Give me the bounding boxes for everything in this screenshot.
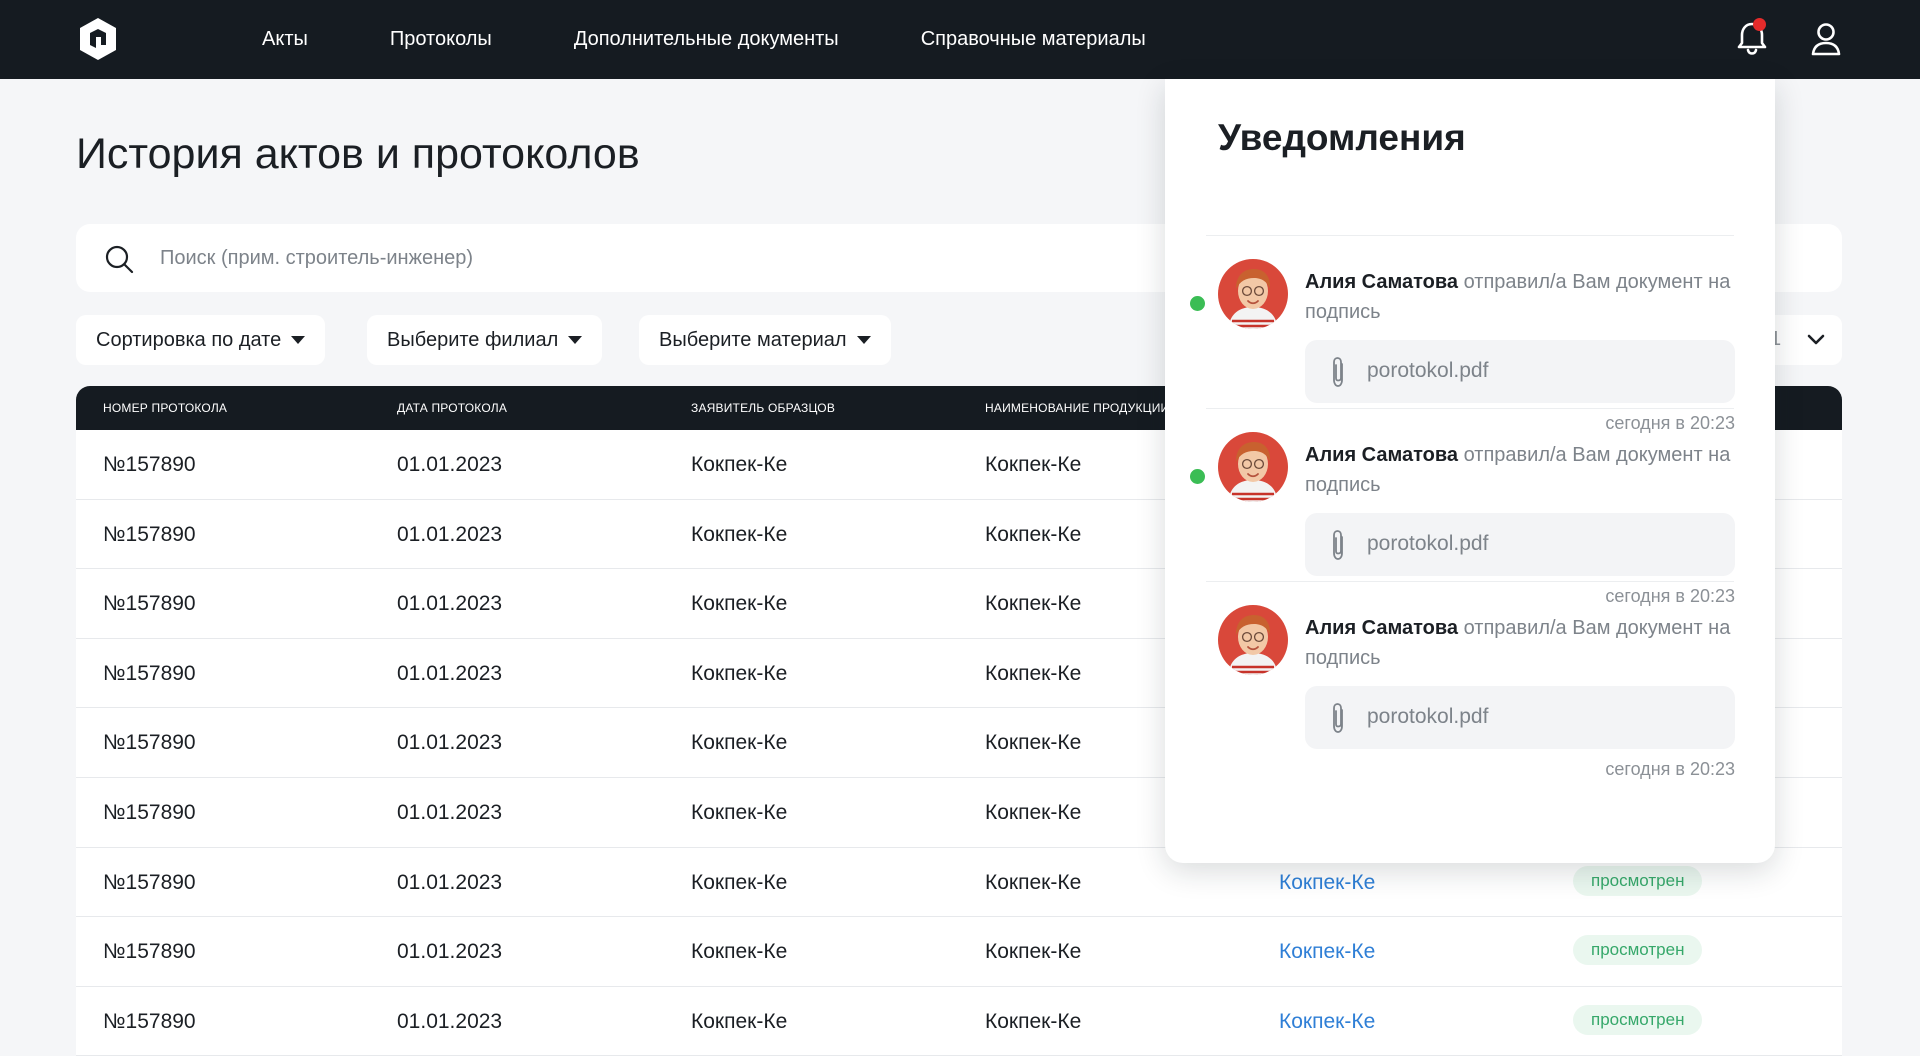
file-name: porotokol.pdf [1367,532,1489,555]
page-title: История актов и протоколов [76,130,640,178]
cell-number: №157890 [103,522,196,546]
file-name: porotokol.pdf [1367,705,1489,728]
cell-date: 01.01.2023 [397,870,503,894]
file-attachment[interactable]: porotokol.pdf [1305,686,1735,749]
cell-link[interactable]: Кокпек-Ке [1279,1010,1375,1034]
nav-item-acts[interactable]: Акты [262,28,308,51]
cell-applicant: Кокпек-Ке [691,661,788,685]
cell-product: Кокпек-Ке [985,592,1082,616]
sort-dropdown-label: Сортировка по дате [96,328,282,351]
material-dropdown-label: Выберите материал [659,328,847,351]
cell-number: №157890 [103,731,196,755]
main-nav: Акты Протоколы Дополнительные документы … [262,0,1228,79]
column-header-applicant[interactable]: ЗАЯВИТЕЛЬ ОБРАЗЦОВ [691,401,835,415]
notification-item[interactable]: Алия Саматова отправил/а Вам документ на… [1165,605,1775,817]
cell-applicant: Кокпек-Ке [691,940,788,964]
cell-applicant: Кокпек-Ке [691,870,788,894]
notification-author[interactable]: Алия Саматова [1305,444,1458,466]
cell-date: 01.01.2023 [397,731,503,755]
top-navbar: Акты Протоколы Дополнительные документы … [0,0,1920,79]
branch-dropdown-label: Выберите филиал [387,328,559,351]
cell-date: 01.01.2023 [397,522,503,546]
unread-indicator [1190,469,1205,484]
cell-number: №157890 [103,940,196,964]
notification-divider [1206,235,1734,236]
cell-date: 01.01.2023 [397,800,503,824]
cell-link[interactable]: Кокпек-Ке [1279,871,1375,895]
caret-down-icon [568,336,583,344]
cell-product: Кокпек-Ке [985,1009,1082,1033]
file-attachment[interactable]: porotokol.pdf [1305,513,1735,576]
sort-by-date-dropdown[interactable]: Сортировка по дате [76,315,326,365]
cell-date: 01.01.2023 [397,1009,503,1033]
avatar[interactable] [1218,605,1288,675]
cell-number: №157890 [103,1009,196,1033]
cell-number: №157890 [103,592,196,616]
notifications-title: Уведомления [1218,117,1466,158]
file-attachment[interactable]: porotokol.pdf [1305,340,1735,403]
cell-product: Кокпек-Ке [985,661,1082,685]
avatar[interactable] [1218,259,1288,329]
table-row[interactable]: №157890 01.01.2023 Кокпек-Ке Кокпек-Ке Кокпе… [76,986,1842,1056]
unread-indicator [1190,296,1205,311]
logo-icon[interactable] [74,15,122,63]
cell-date: 01.01.2023 [397,453,503,476]
notification-divider [1206,408,1734,409]
cell-product: Кокпек-Ке [985,731,1082,755]
notification-message: Алия Саматова отправил/а Вам документ на… [1305,440,1735,500]
cell-product: Кокпек-Ке [985,522,1082,546]
nav-item-additional-docs[interactable]: Дополнительные документы [574,28,839,51]
cell-product: Кокпек-Ке [985,940,1082,964]
notification-time: сегодня в 20:23 [1605,759,1735,779]
notification-time: сегодня в 20:23 [1605,413,1735,433]
paperclip-icon [1327,702,1349,734]
caret-down-icon [856,336,871,344]
nav-item-reference-materials[interactable]: Справочные материалы [921,28,1146,51]
status-badge: просмотрен [1573,935,1703,966]
notifications-panel: Уведомления Алия Саматова отправил/а Вам… [1165,79,1775,863]
cell-applicant: Кокпек-Ке [691,800,788,824]
cell-applicant: Кокпек-Ке [691,592,788,616]
column-header-number[interactable]: НОМЕР ПРОТОКОЛА [103,401,227,415]
search-icon [105,245,134,274]
notification-author[interactable]: Алия Саматова [1305,617,1458,639]
avatar[interactable] [1218,432,1288,502]
cell-date: 01.01.2023 [397,940,503,964]
notification-time: сегодня в 20:23 [1605,586,1735,606]
status-badge: просмотрен [1573,865,1703,896]
column-header-date[interactable]: ДАТА ПРОТОКОЛА [397,401,507,415]
cell-product: Кокпек-Ке [985,870,1082,894]
file-name: porotokol.pdf [1367,359,1489,382]
nav-item-protocols[interactable]: Протоколы [390,28,492,51]
notification-divider [1206,581,1734,582]
material-dropdown[interactable]: Выберите материал [639,315,891,365]
cell-product: Кокпек-Ке [985,453,1082,476]
cell-number: №157890 [103,870,196,894]
cell-applicant: Кокпек-Ке [691,453,788,476]
cell-number: №157890 [103,800,196,824]
cell-applicant: Кокпек-Ке [691,731,788,755]
cell-date: 01.01.2023 [397,592,503,616]
search-input[interactable] [160,224,1160,292]
chevron-down-icon [1807,334,1825,345]
cell-applicant: Кокпек-Ке [691,522,788,546]
cell-applicant: Кокпек-Ке [691,1009,788,1033]
caret-down-icon [291,336,306,344]
cell-date: 01.01.2023 [397,661,503,685]
cell-product: Кокпек-Ке [985,800,1082,824]
cell-number: №157890 [103,661,196,685]
cell-number: №157890 [103,453,196,476]
cell-link[interactable]: Кокпек-Ке [1279,940,1375,964]
notification-message: Алия Саматова отправил/а Вам документ на… [1305,613,1735,673]
branch-dropdown[interactable]: Выберите филиал [367,315,603,365]
notification-author[interactable]: Алия Саматова [1305,271,1458,293]
notification-message: Алия Саматова отправил/а Вам документ на… [1305,267,1735,327]
paperclip-icon [1327,529,1349,561]
notification-badge [1753,18,1766,31]
user-icon[interactable] [1810,22,1842,56]
paperclip-icon [1327,356,1349,388]
table-row[interactable]: №157890 01.01.2023 Кокпек-Ке Кокпек-Ке Кокпе… [76,917,1842,987]
column-header-product[interactable]: НАИМЕНОВАНИЕ ПРОДУКЦИИ [985,401,1169,415]
status-badge: просмотрен [1573,1004,1703,1035]
